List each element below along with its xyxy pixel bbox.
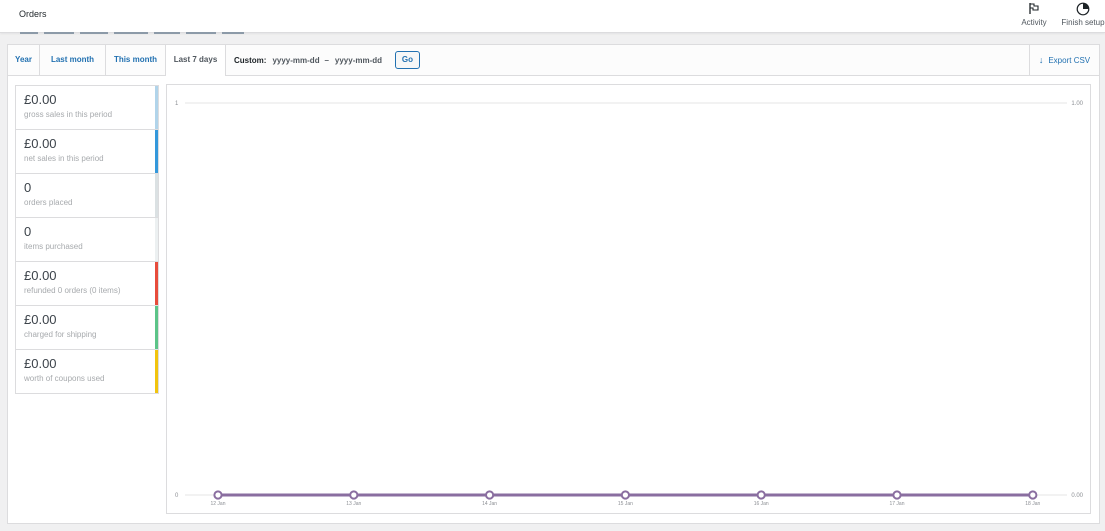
legend-color-bar (155, 174, 158, 217)
data-point (620, 490, 630, 500)
legend-item-shipping[interactable]: £0.00 charged for shipping (16, 306, 158, 350)
legend-description: items purchased (24, 242, 83, 251)
legend-item-refunded[interactable]: £0.00 refunded 0 orders (0 items) (16, 262, 158, 306)
legend-amount: 0 (24, 224, 32, 239)
chart-svg: 1 0 1.00 0.00 12 Jan 13 Jan 14 Jan 15 Jan 16 Jan… (175, 101, 1084, 507)
tab-last-7-days[interactable]: Last 7 days (166, 45, 226, 76)
x-axis-tick-label: 15 Jan (618, 501, 633, 507)
tab-year[interactable]: Year (8, 45, 40, 75)
start-date-input[interactable] (272, 55, 323, 65)
data-point (485, 490, 495, 500)
export-csv-label: Export CSV (1048, 55, 1091, 65)
chart-legend: £0.00 gross sales in this period £0.00 n… (15, 85, 159, 394)
legend-description: refunded 0 orders (0 items) (24, 286, 121, 295)
x-axis-tick-label: 14 Jan (482, 501, 497, 507)
y-axis-tick-right: 1.00 (1071, 101, 1083, 107)
data-point (756, 490, 766, 500)
activity-button[interactable]: Activity (1018, 0, 1050, 32)
legend-item-orders-placed[interactable]: 0 orders placed (16, 174, 158, 218)
legend-description: charged for shipping (24, 330, 97, 339)
legend-item-items-purchased[interactable]: 0 items purchased (16, 218, 158, 262)
legend-item-net-sales[interactable]: £0.00 net sales in this period (16, 130, 158, 174)
range-separator: – (324, 55, 329, 65)
date-range-bar: Year Last month This month Last 7 days C… (8, 45, 1099, 76)
legend-color-bar (155, 262, 158, 305)
finish-setup-button[interactable]: Finish setup (1060, 0, 1105, 32)
legend-description: worth of coupons used (24, 374, 105, 383)
x-axis-tick-label: 16 Jan (754, 501, 769, 507)
custom-label: Custom: (234, 55, 267, 65)
sales-chart: 1 0 1.00 0.00 12 Jan 13 Jan 14 Jan 15 Jan 16 Jan… (166, 84, 1091, 514)
legend-item-gross-sales[interactable]: £0.00 gross sales in this period (16, 86, 158, 130)
legend-amount: £0.00 (24, 312, 57, 327)
tab-last-month[interactable]: Last month (40, 45, 106, 75)
x-axis-tick-label: 12 Jan (210, 501, 225, 507)
y-axis-tick-right: 0.00 (1071, 493, 1083, 499)
legend-amount: 0 (24, 180, 32, 195)
download-arrow-icon: ↓ (1038, 55, 1044, 65)
data-point (349, 490, 359, 500)
x-axis-tick-label: 13 Jan (346, 501, 361, 507)
subnav-sliver (20, 32, 280, 35)
y-axis-tick-left: 1 (175, 101, 179, 107)
flag-icon (1028, 1, 1040, 16)
legend-description: gross sales in this period (24, 110, 113, 119)
legend-color-bar (155, 130, 158, 173)
legend-amount: £0.00 (24, 268, 57, 283)
custom-range: Custom: – Go (226, 45, 420, 75)
activity-label: Activity (1021, 18, 1047, 27)
legend-amount: £0.00 (24, 92, 57, 107)
legend-amount: £0.00 (24, 136, 57, 151)
export-csv-button[interactable]: ↓ Export CSV (1029, 45, 1099, 75)
data-point (892, 490, 902, 500)
x-axis-tick-label: 18 Jan (1025, 501, 1040, 507)
legend-description: net sales in this period (24, 154, 104, 163)
finish-setup-label: Finish setup (1061, 18, 1105, 27)
x-axis-tick-label: 17 Jan (889, 501, 904, 507)
legend-color-bar (155, 350, 158, 393)
progress-circle-icon (1076, 1, 1090, 16)
end-date-input[interactable] (334, 55, 385, 65)
legend-color-bar (155, 218, 158, 261)
data-point (213, 490, 223, 500)
legend-description: orders placed (24, 198, 73, 207)
report-panel: Year Last month This month Last 7 days C… (7, 44, 1100, 524)
data-point (1028, 490, 1038, 500)
y-axis-tick-left: 0 (175, 493, 179, 499)
tab-this-month[interactable]: This month (106, 45, 166, 75)
legend-item-coupons[interactable]: £0.00 worth of coupons used (16, 350, 158, 394)
go-button[interactable]: Go (394, 51, 420, 69)
legend-amount: £0.00 (24, 356, 57, 371)
legend-color-bar (155, 86, 158, 129)
legend-color-bar (155, 306, 158, 349)
page-title: Orders (19, 9, 47, 19)
top-header: Orders Activity Finish setup (0, 0, 1105, 33)
